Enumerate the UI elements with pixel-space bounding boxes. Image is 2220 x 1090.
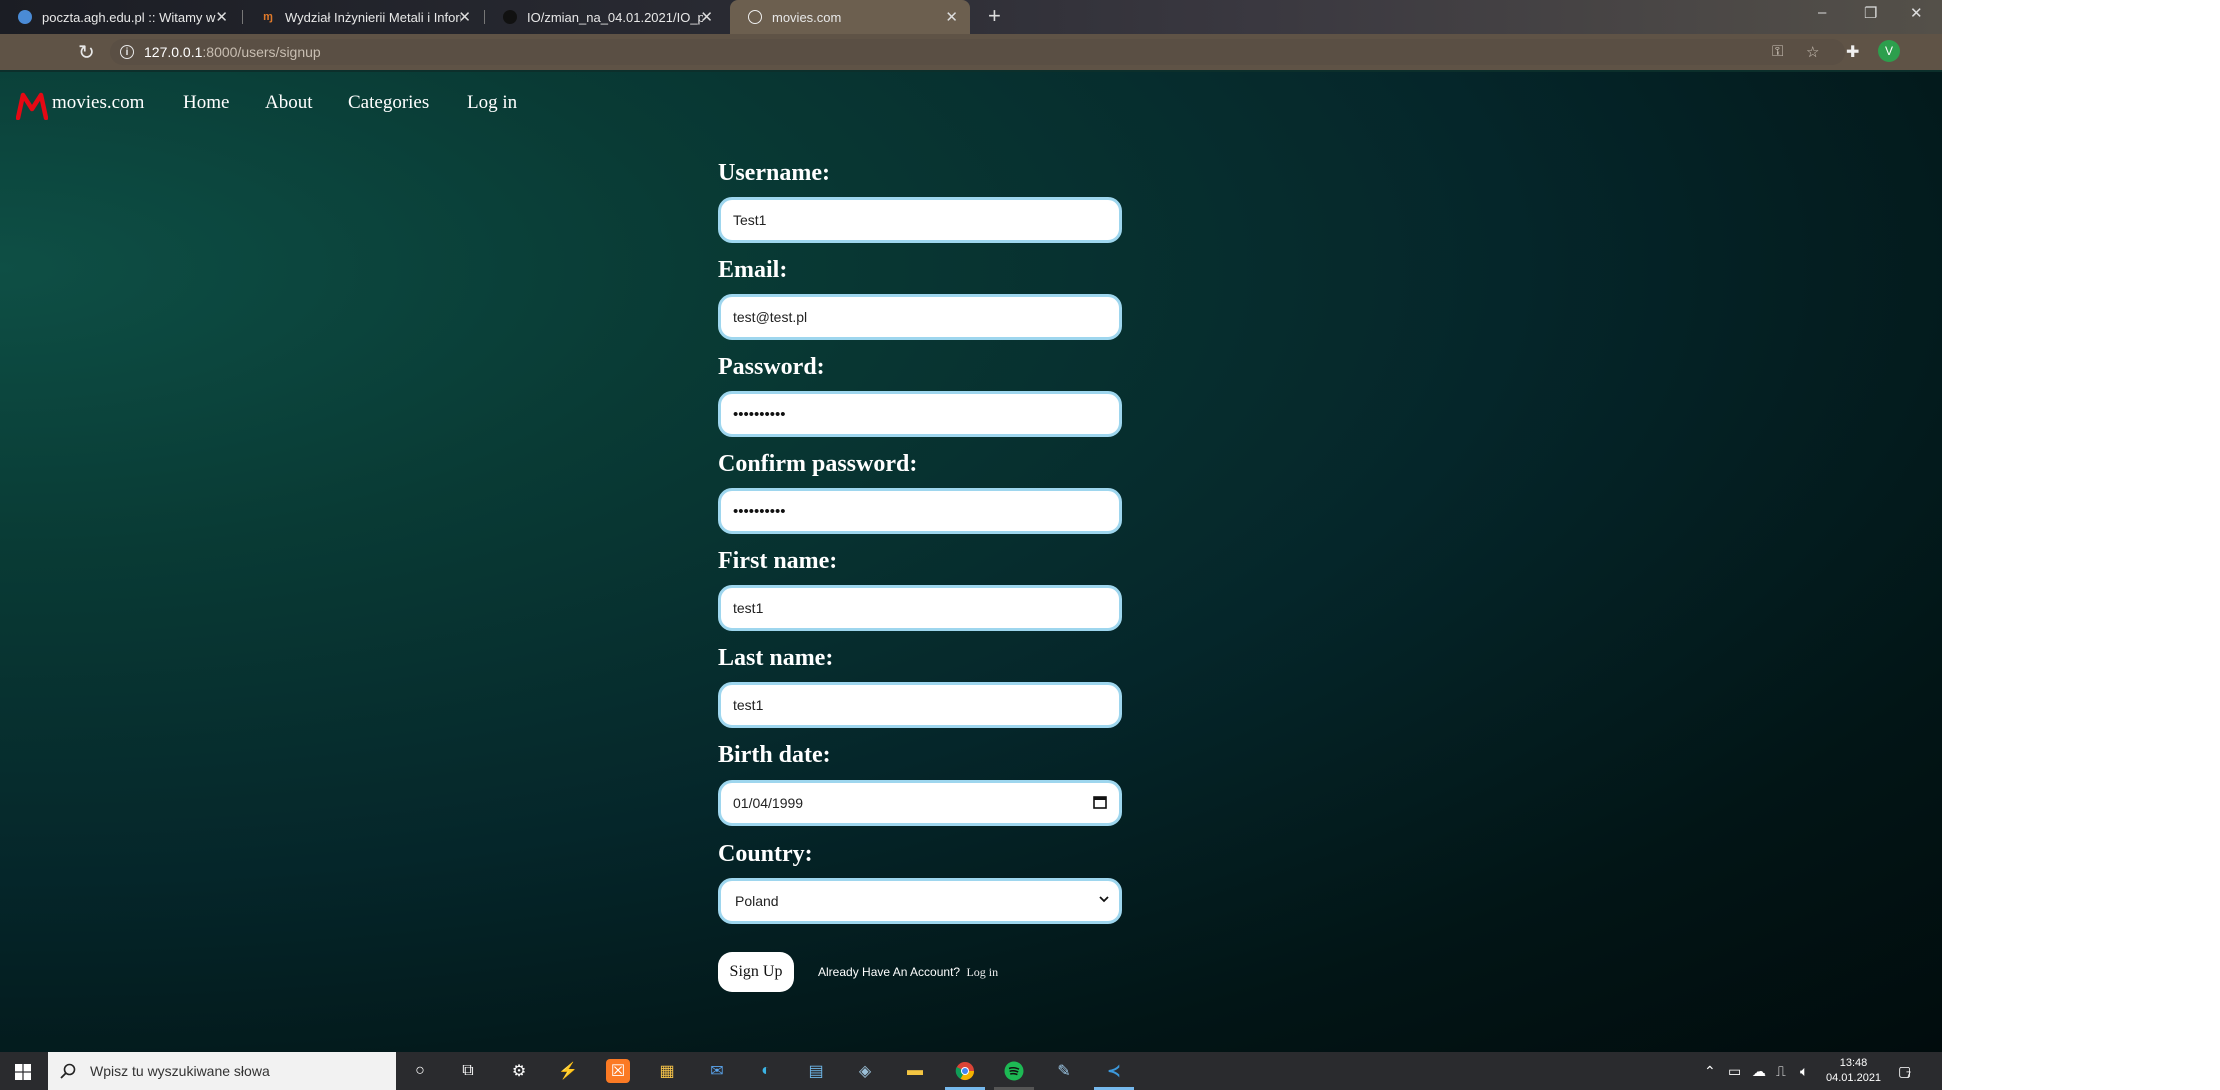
reload-icon[interactable]: ↻ bbox=[78, 40, 95, 65]
windows-start-icon[interactable] bbox=[15, 1064, 31, 1080]
close-tab-icon[interactable]: ✕ bbox=[945, 8, 958, 26]
browser-tab-bar: poczta.agh.edu.pl :: Witamy w p ✕ ɱ Wydz… bbox=[0, 0, 1942, 34]
nav-about[interactable]: About bbox=[265, 92, 313, 114]
sign-up-button[interactable]: Sign Up bbox=[718, 952, 794, 992]
email-label: Email: bbox=[718, 257, 788, 283]
notepad-icon[interactable]: ✎ bbox=[1052, 1059, 1076, 1083]
birth-date-field[interactable]: 01/04/1999 bbox=[718, 780, 1122, 826]
info-icon[interactable]: i bbox=[120, 45, 134, 59]
birth-date-value: 01/04/1999 bbox=[733, 795, 804, 811]
minimize-button[interactable]: – bbox=[1818, 4, 1826, 21]
tab-poczta[interactable]: poczta.agh.edu.pl :: Witamy w p ✕ bbox=[0, 0, 240, 34]
new-tab-button[interactable]: + bbox=[988, 3, 1001, 29]
last-name-field[interactable]: test1 bbox=[718, 682, 1122, 728]
close-tab-icon[interactable]: ✕ bbox=[458, 8, 471, 26]
pycharm-icon[interactable]: ⚡ bbox=[556, 1059, 580, 1083]
mail-icon[interactable]: ✉ bbox=[705, 1059, 729, 1083]
tray-chevron-up-icon[interactable]: ⌃ bbox=[1704, 1063, 1716, 1080]
address-bar-row: ↻ i 127.0.0.1 :8000/users/signup ⚿ ☆ ✚ V bbox=[0, 34, 1942, 70]
store-icon[interactable]: ▦ bbox=[655, 1059, 679, 1083]
nav-home[interactable]: Home bbox=[183, 92, 229, 114]
globe-icon bbox=[18, 10, 32, 24]
spotify-icon[interactable] bbox=[1002, 1059, 1026, 1083]
tab-title: poczta.agh.edu.pl :: Witamy w p bbox=[42, 9, 218, 25]
country-select[interactable]: Poland bbox=[718, 878, 1122, 924]
file-explorer-icon[interactable]: ▬ bbox=[903, 1059, 927, 1083]
first-name-value: test1 bbox=[733, 600, 764, 616]
first-name-label: First name: bbox=[718, 548, 838, 574]
confirm-password-label: Confirm password: bbox=[718, 451, 918, 477]
already-text: Already Have An Account? bbox=[818, 965, 961, 979]
settings-gear-icon[interactable]: ⚙ bbox=[507, 1059, 531, 1083]
notification-count: 7 bbox=[1906, 1070, 1912, 1080]
url-host: 127.0.0.1 bbox=[144, 44, 203, 60]
close-window-button[interactable]: ✕ bbox=[1910, 4, 1923, 22]
confirm-password-value: •••••••••• bbox=[733, 502, 786, 520]
clock-time: 13:48 bbox=[1839, 1057, 1868, 1069]
star-icon[interactable]: ☆ bbox=[1806, 43, 1819, 61]
calendar-icon[interactable] bbox=[1093, 795, 1107, 809]
close-tab-icon[interactable]: ✕ bbox=[215, 8, 228, 26]
password-value: •••••••••• bbox=[733, 405, 786, 423]
username-value: Test1 bbox=[733, 212, 767, 228]
agh-logo-icon: ɱ bbox=[263, 11, 273, 23]
extensions-puzzle-icon[interactable]: ✚ bbox=[1846, 42, 1859, 62]
page-content: movies.com Home About Categories Log in … bbox=[0, 70, 1942, 1052]
confirm-password-field[interactable]: •••••••••• bbox=[718, 488, 1122, 534]
nav-login[interactable]: Log in bbox=[467, 92, 517, 114]
cortana-icon[interactable]: ○ bbox=[408, 1059, 432, 1083]
github-icon bbox=[503, 10, 517, 24]
last-name-value: test1 bbox=[733, 697, 764, 713]
windows-taskbar: Wpisz tu wyszukiwane słowa ○ ⧉ ⚙ ⚡ ☒ ▦ ✉… bbox=[0, 1052, 1942, 1090]
tab-github[interactable]: IO/zmian_na_04.01.2021/IO_proj ✕ bbox=[485, 0, 725, 34]
onedrive-cloud-icon[interactable]: ☁ bbox=[1752, 1063, 1766, 1080]
chrome-icon[interactable] bbox=[953, 1059, 977, 1083]
tab-wimiip[interactable]: ɱ Wydział Inżynierii Metali i Inform ✕ bbox=[243, 0, 483, 34]
xampp-icon[interactable]: ☒ bbox=[606, 1059, 630, 1083]
clock[interactable]: 13:48 04.01.2021 bbox=[1826, 1056, 1881, 1086]
network-icon[interactable]: ⎍ bbox=[1776, 1063, 1786, 1080]
control-panel-icon[interactable]: ◈ bbox=[853, 1059, 877, 1083]
battery-icon[interactable]: ▭ bbox=[1728, 1063, 1741, 1080]
volume-icon[interactable]: 🔈︎ bbox=[1800, 1063, 1808, 1080]
email-value: test@test.pl bbox=[733, 309, 808, 325]
already-have-account: Already Have An Account? Log in bbox=[818, 965, 998, 980]
password-label: Password: bbox=[718, 354, 825, 380]
brand-link[interactable]: movies.com bbox=[52, 92, 144, 114]
birth-date-label: Birth date: bbox=[718, 742, 831, 768]
tab-title: IO/zmian_na_04.01.2021/IO_proj bbox=[527, 9, 703, 25]
username-label: Username: bbox=[718, 160, 830, 186]
username-field[interactable]: Test1 bbox=[718, 197, 1122, 243]
clock-date: 04.01.2021 bbox=[1826, 1072, 1882, 1084]
taskbar-search-field[interactable]: Wpisz tu wyszukiwane słowa bbox=[48, 1052, 396, 1090]
email-field[interactable]: test@test.pl bbox=[718, 294, 1122, 340]
edge-icon[interactable]: ◐ bbox=[754, 1059, 778, 1083]
key-icon[interactable]: ⚿ bbox=[1772, 43, 1783, 60]
chevron-down-icon bbox=[1099, 896, 1109, 903]
tab-title: Wydział Inżynierii Metali i Inform bbox=[285, 9, 461, 25]
search-placeholder: Wpisz tu wyszukiwane słowa bbox=[90, 1063, 270, 1079]
tab-movies[interactable]: movies.com ✕ bbox=[730, 0, 970, 34]
vscode-icon[interactable]: ≺ bbox=[1102, 1059, 1126, 1083]
movies-logo-icon[interactable] bbox=[16, 92, 48, 120]
calculator-icon[interactable]: ▤ bbox=[804, 1059, 828, 1083]
country-label: Country: bbox=[718, 841, 813, 867]
password-field[interactable]: •••••••••• bbox=[718, 391, 1122, 437]
tab-title: movies.com bbox=[772, 9, 842, 25]
country-value: Poland bbox=[735, 893, 779, 909]
login-link[interactable]: Log in bbox=[966, 965, 998, 979]
nav-categories[interactable]: Categories bbox=[348, 92, 429, 114]
url-path: :8000/users/signup bbox=[202, 44, 321, 60]
last-name-label: Last name: bbox=[718, 645, 834, 671]
close-tab-icon[interactable]: ✕ bbox=[700, 8, 713, 26]
url-field[interactable]: i 127.0.0.1 :8000/users/signup ⚿ ☆ bbox=[110, 39, 1845, 65]
profile-avatar[interactable]: V bbox=[1878, 40, 1900, 62]
globe-icon bbox=[748, 10, 762, 24]
first-name-field[interactable]: test1 bbox=[718, 585, 1122, 631]
restore-button[interactable]: ❐ bbox=[1864, 4, 1877, 22]
task-view-icon[interactable]: ⧉ bbox=[456, 1059, 480, 1083]
search-icon bbox=[60, 1063, 76, 1079]
